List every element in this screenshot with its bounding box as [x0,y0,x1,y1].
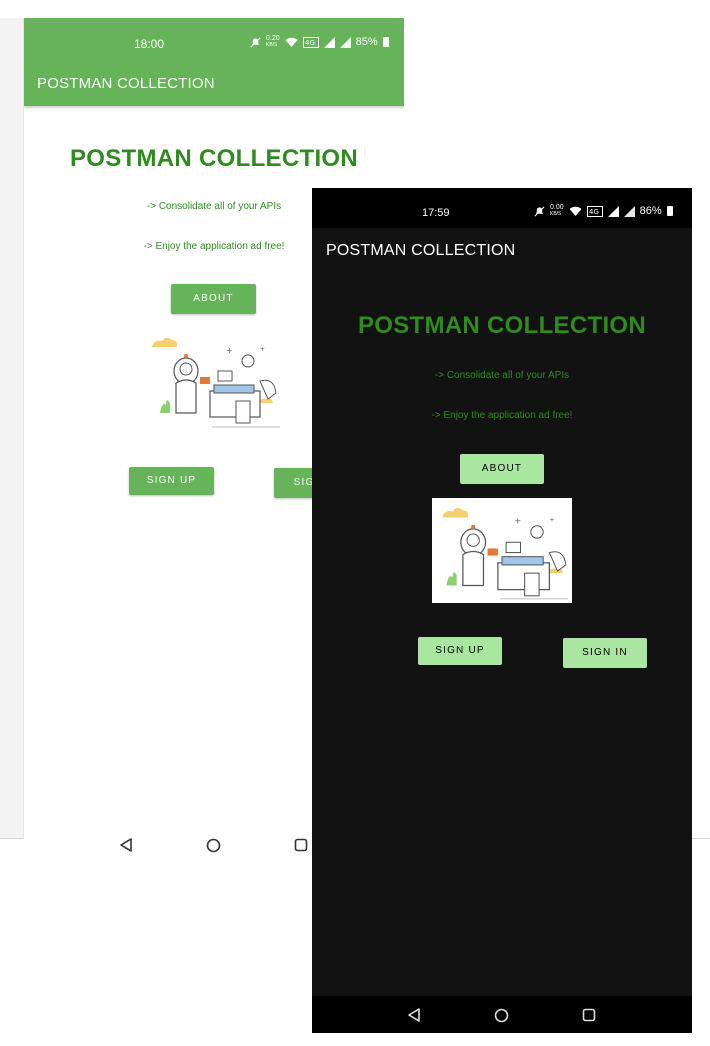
volte-icon: 4G [586,205,603,217]
status-icons: 0.00 KB/S 4G 86% [534,204,673,217]
svg-text:4G: 4G [305,39,315,47]
svg-text:4G: 4G [589,208,599,216]
svg-text:+: + [226,346,233,355]
status-time: 18:00 [134,37,165,51]
page-title: POSTMAN COLLECTION [69,145,359,172]
status-bar: 18:00 0.20 KB/S 4G 85% [24,18,404,74]
dark-phone-screen: 17:59 0.00 KB/S 4G 86% POSTMAN COLLECTION… [312,188,692,1033]
home-icon[interactable] [494,1008,509,1023]
svg-text:+: + [549,517,554,524]
network-speed: 0.20 KB/S [266,35,280,48]
screenshot-stage: 18:00 0.20 KB/S 4G 85% POSTMAN COLLECTION… [0,0,710,1046]
battery-icon [382,37,389,47]
app-bar-title: POSTMAN COLLECTION [37,75,215,92]
sign-in-button[interactable]: SIGN IN [563,638,647,668]
battery-percent: 86% [639,205,662,217]
dnd-off-icon [250,37,261,47]
signal-icon [623,205,635,217]
recents-icon[interactable] [294,838,308,852]
navigation-bar [312,996,692,1033]
about-button[interactable]: ABOUT [171,284,256,314]
wifi-icon [569,206,582,216]
signal-icon [339,36,351,48]
volte-icon: 4G [302,36,319,48]
feature-line-apis: -> Consolidate all of your APIs [434,370,570,381]
battery-icon [666,206,673,216]
astronaut-illustration: + + [442,508,568,600]
sign-up-button[interactable]: SIGN UP [129,467,214,495]
divider-line [0,838,24,839]
svg-text:+: + [260,346,265,353]
app-bar-title: POSTMAN COLLECTION [326,242,516,259]
wifi-icon [285,37,298,47]
battery-percent: 85% [355,36,378,48]
status-time: 17:59 [422,207,450,219]
sign-up-button[interactable]: SIGN UP [418,637,502,665]
astronaut-illustration: + + [152,337,280,428]
status-bar: 17:59 0.00 KB/S 4G 86% [312,188,692,228]
app-bar: POSTMAN COLLECTION [24,74,404,106]
status-icons: 0.20 KB/S 4G 85% [250,35,389,48]
dnd-off-icon [534,206,545,216]
illustration-frame: + + [432,498,572,603]
home-icon[interactable] [206,838,221,853]
divider-line [692,838,710,839]
about-button[interactable]: ABOUT [460,454,544,484]
svg-text:+: + [514,516,521,526]
back-icon[interactable] [119,837,133,853]
background-panel [0,18,24,838]
network-speed: 0.00 KB/S [550,204,564,217]
back-icon[interactable] [407,1007,421,1023]
signal-icon [607,205,619,217]
feature-line-ad-free: -> Enjoy the application ad free! [431,410,573,421]
recents-icon[interactable] [582,1008,596,1022]
signal-icon [323,36,335,48]
page-title: POSTMAN COLLECTION [357,312,647,339]
